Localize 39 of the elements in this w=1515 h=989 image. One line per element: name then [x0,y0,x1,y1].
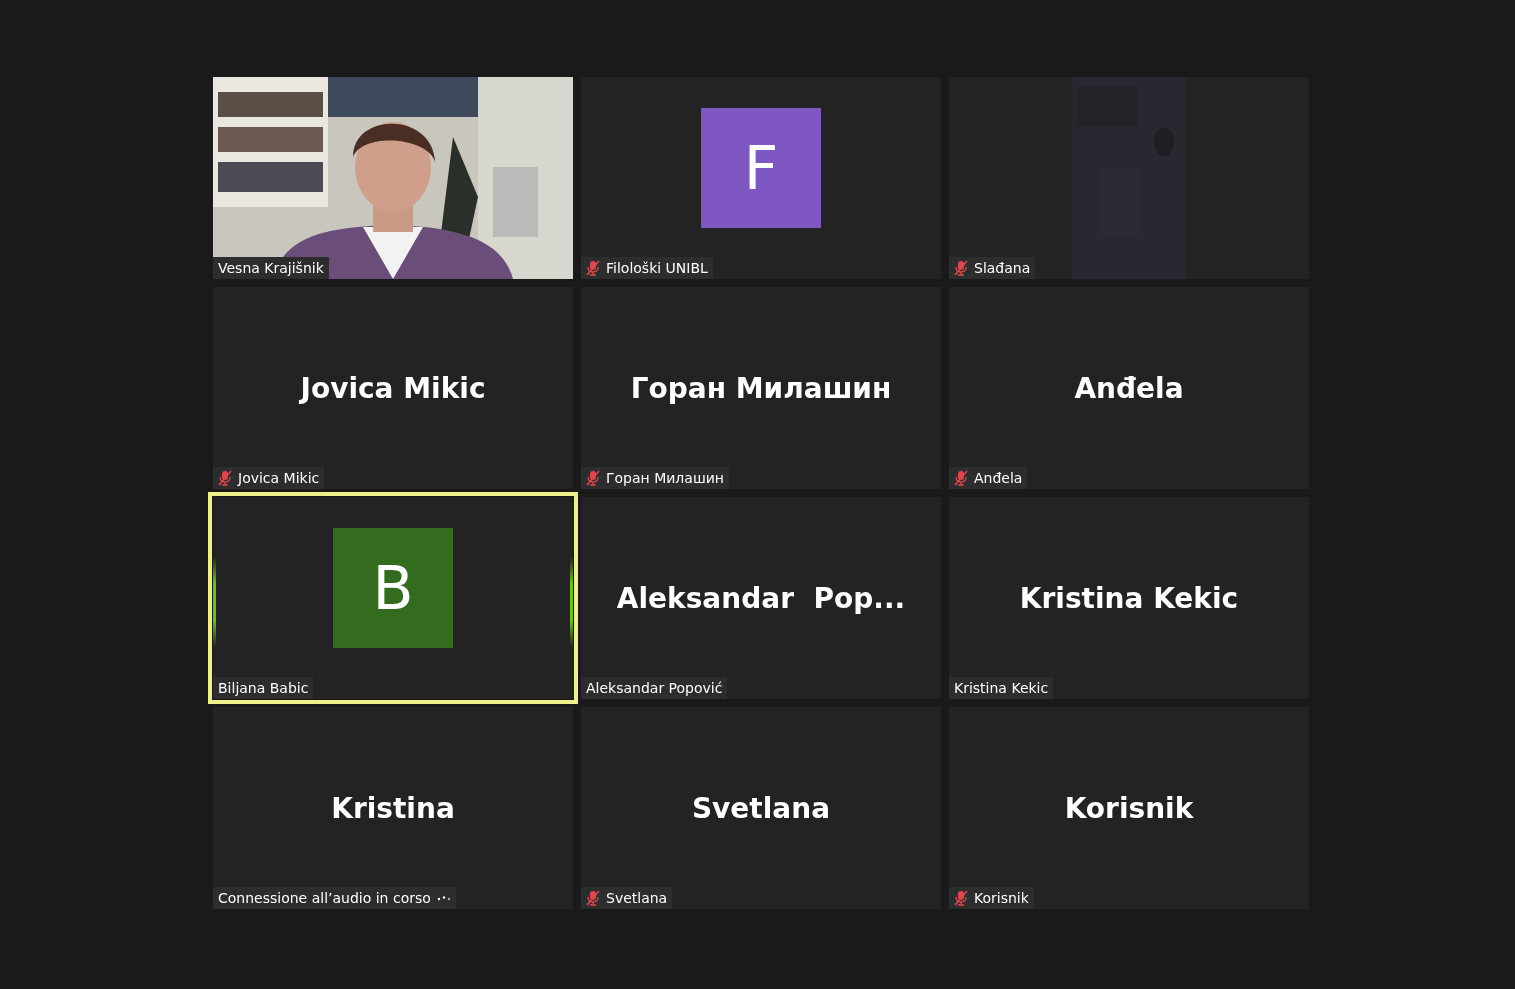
video-tile[interactable]: Korisnik Korisnik [949,707,1309,909]
muted-microphone-icon [954,890,968,906]
participant-label: Filološki UNIBL [606,260,708,276]
muted-microphone-icon [218,470,232,486]
video-tile[interactable]: Svetlana Svetlana [581,707,941,909]
video-tile[interactable]: Горан Милашин Горан Милашин [581,287,941,489]
participant-name: Svetlana [691,790,831,825]
participant-label: Slađana [974,260,1031,276]
video-tile[interactable]: Kristina Connessione all’audio in corso [213,707,573,909]
avatar: B [333,528,453,648]
participant-name: Kristina [331,790,455,825]
video-tile[interactable]: Jovica Mikic Jovica Mikic [213,287,573,489]
participant-label: Anđela [974,470,1023,486]
muted-microphone-icon [586,890,600,906]
muted-microphone-icon [954,260,968,276]
participant-label: Горан Милашин [606,470,724,486]
participant-name: Anđela [1074,370,1184,405]
video-tile[interactable]: F Filološki UNIBL [581,77,941,279]
participant-name: Горан Милашин [630,370,892,405]
muted-microphone-icon [586,470,600,486]
participant-label: Jovica Mikic [238,470,320,486]
participant-label: Aleksandar Popović [586,680,723,696]
participant-label: Svetlana [606,890,668,906]
participant-name: Aleksandar Pop... [616,580,906,615]
video-tile[interactable]: Kristina Kekic Kristina Kekic [949,497,1309,699]
muted-microphone-icon [954,470,968,486]
video-tile[interactable]: Aleksandar Pop... Aleksandar Popović [581,497,941,699]
participant-name: Jovica Mikic [300,370,486,405]
participant-name: Korisnik [1064,790,1194,825]
participant-label: Kristina Kekic [954,680,1049,696]
participant-label: Biljana Babic [218,680,309,696]
participant-label: Connessione all’audio in corso [218,890,431,906]
video-tile[interactable]: Anđela Anđela [949,287,1309,489]
participant-label: Vesna Krajišnik [218,260,324,276]
avatar: F [701,108,821,228]
participant-name: Kristina Kekic [1019,580,1239,615]
video-tile[interactable]: Vesna Krajišnik [213,77,573,279]
participant-label: Korisnik [974,890,1029,906]
muted-microphone-icon [586,260,600,276]
